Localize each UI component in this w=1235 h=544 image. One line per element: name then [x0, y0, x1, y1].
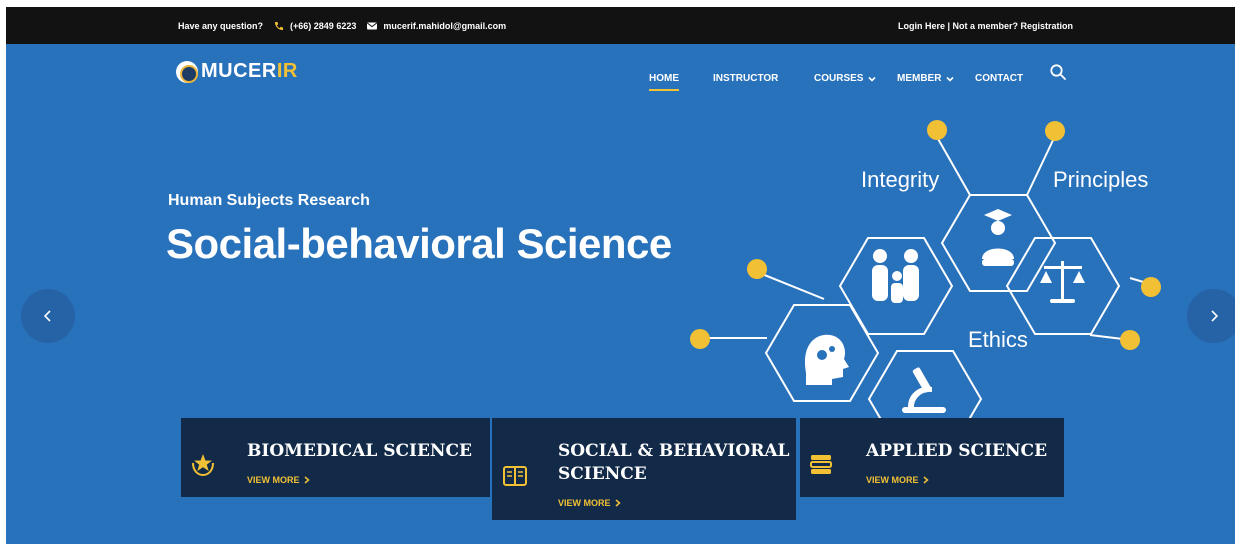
category-card-social-behavioral[interactable]: SOCIAL & BEHAVIORAL SCIENCE VIEW MORE [492, 418, 796, 520]
top-bar: Have any question? (+66) 2849 6223 mucer… [6, 7, 1235, 44]
view-more-label: VIEW MORE [247, 475, 300, 485]
hero-slider: MUCERIR HOME INSTRUCTOR COURSES MEMBER C… [6, 44, 1235, 544]
email-address: mucerif.mahidol@gmail.com [383, 21, 507, 31]
card-title: BIOMEDICAL SCIENCE [247, 441, 472, 461]
chevron-down-icon [868, 76, 877, 82]
nav-home-label: HOME [649, 73, 679, 84]
envelope-icon [367, 22, 378, 30]
graduate-figure-icon [982, 209, 1014, 266]
search-icon[interactable] [1049, 63, 1067, 81]
label-principles: Principles [1053, 167, 1148, 192]
phone-link[interactable]: (+66) 2849 6223 [273, 21, 356, 31]
label-integrity: Integrity [861, 167, 939, 192]
microscope-icon [902, 367, 946, 413]
nav-member[interactable]: MEMBER [897, 73, 955, 84]
nav-instructor-label: INSTRUCTOR [713, 73, 779, 84]
question-text: Have any question? [178, 21, 264, 31]
nav-contact[interactable]: CONTACT [975, 73, 1023, 84]
card-title-line2: SCIENCE [558, 464, 647, 484]
book-stack-icon [810, 455, 832, 474]
chevron-right-icon [304, 476, 310, 484]
nav-member-label: MEMBER [897, 73, 942, 84]
category-card-applied[interactable]: APPLIED SCIENCE VIEW MORE [800, 418, 1064, 497]
login-register-links[interactable]: Login Here | Not a member? Registration [898, 21, 1073, 31]
card-view-more-link[interactable]: VIEW MORE [558, 498, 621, 508]
page: Have any question? (+66) 2849 6223 mucer… [6, 7, 1235, 544]
chevron-right-icon [923, 476, 929, 484]
head-gears-icon [804, 334, 849, 385]
family-icon [872, 249, 919, 303]
label-ethics: Ethics [968, 327, 1028, 352]
award-star-icon [192, 454, 214, 477]
card-view-more-link[interactable]: VIEW MORE [247, 475, 310, 485]
hero-title: Social-behavioral Science [166, 220, 672, 267]
view-more-label: VIEW MORE [558, 498, 611, 508]
phone-number: (+66) 2849 6223 [290, 21, 357, 31]
email-link[interactable]: mucerif.mahidol@gmail.com [366, 21, 506, 31]
chevron-left-icon [43, 310, 51, 322]
nav-courses[interactable]: COURSES [814, 73, 877, 84]
slider-prev-button[interactable] [21, 289, 75, 343]
view-more-label: VIEW MORE [866, 475, 919, 485]
open-book-icon [503, 466, 527, 486]
card-title-line1: SOCIAL & BEHAVIORAL [558, 441, 790, 461]
nav-contact-label: CONTACT [975, 73, 1024, 84]
chevron-right-icon [1211, 310, 1219, 322]
phone-icon [275, 22, 284, 31]
chevron-right-icon [615, 499, 621, 507]
chevron-down-icon [946, 76, 955, 82]
balance-scale-icon [1040, 261, 1085, 303]
nav-instructor[interactable]: INSTRUCTOR [713, 73, 778, 84]
slider-next-button[interactable] [1187, 289, 1235, 343]
ethics-hexagon-illustration: Integrity Principles Ethics [690, 120, 1161, 450]
card-title: APPLIED SCIENCE [866, 441, 1048, 461]
contact-info: Have any question? (+66) 2849 6223 mucer… [178, 21, 516, 31]
category-card-biomedical[interactable]: BIOMEDICAL SCIENCE VIEW MORE [181, 418, 490, 497]
hero-subtitle: Human Subjects Research [168, 192, 370, 209]
nav-courses-label: COURSES [814, 73, 864, 84]
nav-home[interactable]: HOME [649, 73, 679, 91]
card-view-more-link[interactable]: VIEW MORE [866, 475, 929, 485]
